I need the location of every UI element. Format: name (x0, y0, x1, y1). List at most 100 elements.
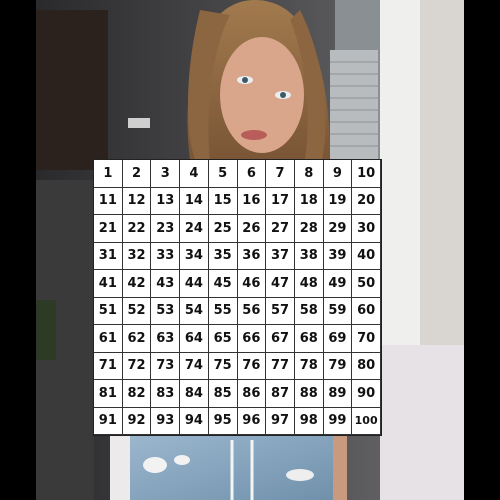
grid-cell: 34 (180, 242, 209, 270)
grid-cell: 80 (352, 352, 381, 380)
grid-cell: 54 (180, 297, 209, 325)
grid-cell: 55 (208, 297, 238, 325)
grid-cell: 37 (266, 242, 295, 270)
grid-cell: 44 (180, 270, 209, 298)
grid-cell: 12 (122, 187, 152, 215)
grid-cell: 86 (237, 380, 267, 408)
grid-cell: 3 (151, 160, 181, 188)
grid-cell: 76 (237, 352, 267, 380)
grid-cell: 42 (122, 270, 152, 298)
grid-cell: 56 (237, 297, 267, 325)
grid-cell: 52 (122, 297, 152, 325)
grid-cell: 69 (323, 325, 353, 353)
hundred-chart-grid: 1 2 3 4 5 6 7 8 9 10 11 12 13 14 15 16 17 18 19 20 21 22 23 24 2… (93, 159, 382, 436)
grid-cell: 14 (180, 187, 209, 215)
grid-cell: 6 (237, 160, 267, 188)
grid-cell: 9 (323, 160, 353, 188)
grid-cell: 63 (151, 325, 181, 353)
grid-cell: 27 (266, 215, 295, 243)
grid-cell: 60 (352, 297, 381, 325)
grid-cell: 15 (208, 187, 238, 215)
window-blinds (330, 50, 378, 160)
grid-cell: 89 (323, 380, 353, 408)
grid-cell: 95 (208, 407, 238, 435)
grid-cell: 25 (208, 215, 238, 243)
grid-cell: 59 (323, 297, 353, 325)
grid-cell: 48 (294, 270, 324, 298)
grid-cell: 62 (122, 325, 152, 353)
grid-cell: 13 (151, 187, 181, 215)
grid-cell: 43 (151, 270, 181, 298)
dark-cabinet (36, 10, 108, 170)
grid-cell: 65 (208, 325, 238, 353)
grid-cell: 24 (180, 215, 209, 243)
grid-cell: 16 (237, 187, 267, 215)
grid-cell: 70 (352, 325, 381, 353)
grid-cell: 45 (208, 270, 238, 298)
lips (241, 130, 267, 140)
grid-cell: 82 (122, 380, 152, 408)
grid-cell: 26 (237, 215, 267, 243)
grid-cell: 87 (266, 380, 295, 408)
plant-pot (36, 300, 56, 360)
grid-cell: 71 (94, 352, 123, 380)
grid-cell: 29 (323, 215, 353, 243)
grid-cell: 83 (151, 380, 181, 408)
grid-cell: 81 (94, 380, 123, 408)
grid-cell: 64 (180, 325, 209, 353)
grid-cell: 91 (94, 407, 123, 435)
grid-cell: 22 (122, 215, 152, 243)
grid-cell: 100 (352, 407, 381, 435)
grid-cell: 47 (266, 270, 295, 298)
grid-cell: 18 (294, 187, 324, 215)
grid-cell: 5 (208, 160, 238, 188)
grid-cell: 21 (94, 215, 123, 243)
grid-cell: 30 (352, 215, 381, 243)
grid-cell: 92 (122, 407, 152, 435)
grid-cell: 50 (352, 270, 381, 298)
grid-cell: 23 (151, 215, 181, 243)
grid-cell: 17 (266, 187, 295, 215)
grid-cell: 96 (237, 407, 267, 435)
grid-cell: 57 (266, 297, 295, 325)
grid-cell: 1 (94, 160, 123, 188)
grid-cell: 39 (323, 242, 353, 270)
grid-cell: 94 (180, 407, 209, 435)
grid-cell: 33 (151, 242, 181, 270)
grid-cell: 72 (122, 352, 152, 380)
grid-cell: 20 (352, 187, 381, 215)
grid-cell: 85 (208, 380, 238, 408)
grid-cell: 88 (294, 380, 324, 408)
grid-cell: 75 (208, 352, 238, 380)
grid-cell: 11 (94, 187, 123, 215)
grid-cell: 61 (94, 325, 123, 353)
grid-cell: 10 (352, 160, 381, 188)
grid-cell: 4 (180, 160, 209, 188)
grid-cell: 36 (237, 242, 267, 270)
grid-cell: 2 (122, 160, 152, 188)
table (380, 345, 464, 500)
grid-cell: 35 (208, 242, 238, 270)
grid-cell: 46 (237, 270, 267, 298)
grid-cell: 84 (180, 380, 209, 408)
grid-cell: 66 (237, 325, 267, 353)
grid-cell: 77 (266, 352, 295, 380)
grid-cell: 73 (151, 352, 181, 380)
bright-panel (380, 0, 420, 350)
grid-cell: 97 (266, 407, 295, 435)
grid-cell: 7 (266, 160, 295, 188)
grid-cell: 32 (122, 242, 152, 270)
grid-cell: 19 (323, 187, 353, 215)
grid-cell: 31 (94, 242, 123, 270)
right-border (464, 0, 500, 500)
grid-cell: 41 (94, 270, 123, 298)
grid-cell: 53 (151, 297, 181, 325)
grid-cell: 28 (294, 215, 324, 243)
grid-cell: 74 (180, 352, 209, 380)
grid-cell: 8 (294, 160, 324, 188)
lamp (128, 118, 150, 128)
left-border (0, 0, 36, 500)
grid-cell: 58 (294, 297, 324, 325)
grid-cell: 90 (352, 380, 381, 408)
grid-cell: 79 (323, 352, 353, 380)
